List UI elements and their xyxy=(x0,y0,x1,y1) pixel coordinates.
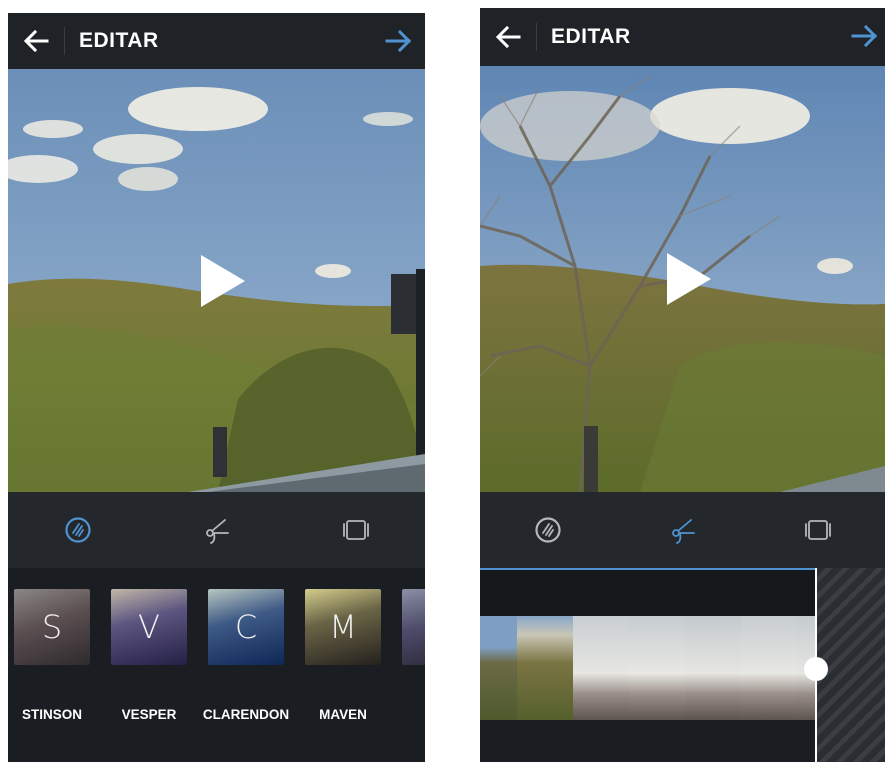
filter-stinson[interactable]: S STINSON xyxy=(14,589,90,722)
timeline-frames[interactable] xyxy=(480,616,816,720)
tab-cover[interactable] xyxy=(788,500,848,560)
tab-filter[interactable] xyxy=(48,500,108,560)
play-icon[interactable] xyxy=(197,253,249,309)
page-title: EDITAR xyxy=(551,25,631,48)
filter-icon xyxy=(64,517,91,543)
filter-clarendon[interactable]: C CLARENDON xyxy=(203,589,289,722)
filter-label: GI xyxy=(382,707,425,722)
editor-tools xyxy=(480,492,885,568)
filter-thumbnail: S xyxy=(14,589,90,665)
tab-cover[interactable] xyxy=(326,500,386,560)
trim-scissors-icon xyxy=(671,519,695,544)
page-title: EDITAR xyxy=(79,29,159,52)
top-bar: EDITAR xyxy=(480,8,885,66)
video-preview[interactable] xyxy=(480,66,885,492)
back-arrow-icon xyxy=(23,30,49,52)
timeline-frame xyxy=(573,616,629,720)
cover-frame-icon xyxy=(804,520,831,540)
back-button[interactable] xyxy=(8,13,64,69)
timeline-frame xyxy=(685,616,741,720)
forward-arrow-icon xyxy=(385,30,412,52)
timeline-frame xyxy=(480,616,517,720)
filter-partial[interactable]: GI xyxy=(402,589,425,665)
tab-filter[interactable] xyxy=(518,500,578,560)
filter-thumbnail: C xyxy=(208,589,284,665)
header-divider xyxy=(64,27,65,55)
left-screen: EDITAR S STINSON V VESPER C CLARENDON M … xyxy=(8,13,425,762)
back-button[interactable] xyxy=(480,9,536,65)
trim-scissors-icon xyxy=(205,519,229,544)
forward-arrow-icon xyxy=(851,25,878,47)
filter-thumbnail: V xyxy=(111,589,187,665)
play-icon[interactable] xyxy=(663,251,715,307)
tab-trim[interactable] xyxy=(653,500,713,560)
cover-frame-icon xyxy=(342,520,369,540)
video-preview[interactable] xyxy=(8,69,425,492)
trim-timeline xyxy=(480,568,885,762)
header-divider xyxy=(536,23,537,51)
back-arrow-icon xyxy=(495,26,521,48)
filter-thumbnail xyxy=(402,589,425,665)
editor-tools xyxy=(8,492,425,568)
next-button[interactable] xyxy=(845,16,885,56)
timeline-frame xyxy=(517,616,573,720)
filter-icon xyxy=(534,517,561,543)
trim-handle[interactable] xyxy=(804,657,828,681)
timeline-band xyxy=(480,570,816,618)
timeline-frame xyxy=(629,616,685,720)
right-screen: EDITAR xyxy=(480,8,885,762)
timeline-frame xyxy=(741,616,797,720)
filter-thumbnail: M xyxy=(305,589,381,665)
filter-maven[interactable]: M MAVEN xyxy=(305,589,381,722)
next-button[interactable] xyxy=(379,21,419,61)
tab-trim[interactable] xyxy=(187,500,247,560)
filter-strip: S STINSON V VESPER C CLARENDON M MAVEN G… xyxy=(8,568,425,762)
filter-vesper[interactable]: V VESPER xyxy=(111,589,187,722)
top-bar: EDITAR xyxy=(8,13,425,69)
